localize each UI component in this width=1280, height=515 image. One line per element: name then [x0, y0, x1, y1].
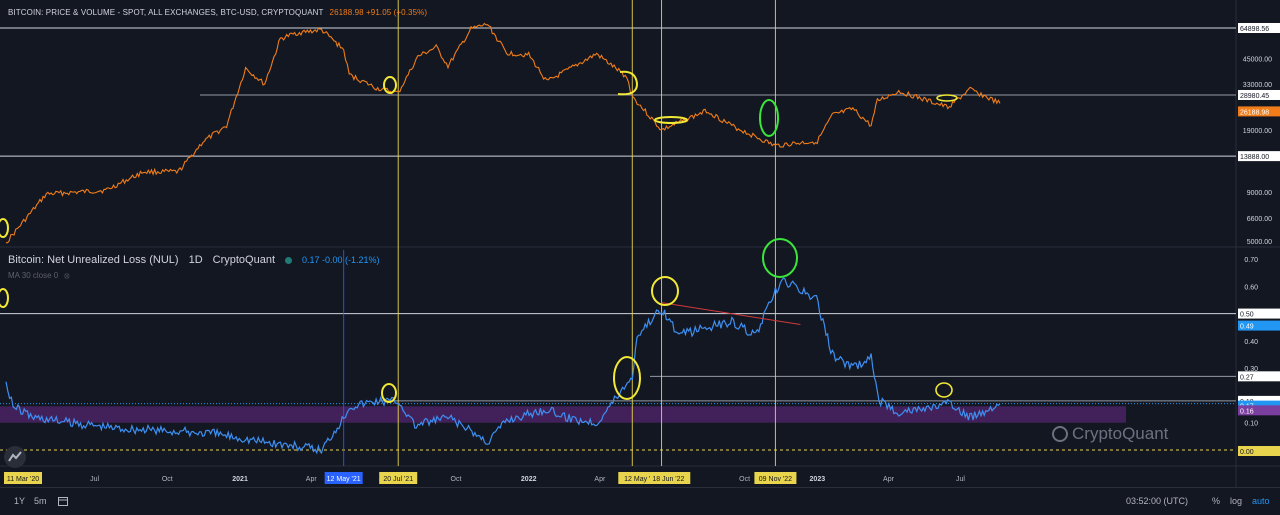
price-level-label: 64898.56 [1240, 26, 1269, 33]
price-level-label: 13888.00 [1240, 154, 1269, 161]
cryptoquant-logo-icon [1052, 426, 1068, 442]
annotation-circle-yellow [935, 382, 953, 398]
price-title-text: BITCOIN: PRICE & VOLUME - SPOT, ALL EXCH… [8, 8, 324, 17]
time-axis-tick-label: Oct [739, 476, 750, 483]
time-axis-date-label: 12 May '21 [327, 476, 361, 483]
annotation-circle-yellow [651, 276, 679, 306]
ma-indicator[interactable]: MA 30 close 0 ⦻ [8, 271, 70, 281]
time-axis-date-label: 09 Nov '22 [759, 476, 792, 483]
ma-label: MA 30 close 0 [8, 271, 59, 280]
price-level-label: 28980.45 [1240, 93, 1269, 100]
annotation-circle-yellow [613, 356, 641, 400]
status-dot-icon [285, 256, 293, 264]
price-axis-tick-label: 19000.00 [1243, 128, 1272, 135]
price-pane-title: BITCOIN: PRICE & VOLUME - SPOT, ALL EXCH… [8, 8, 427, 17]
annotation-circle-yellow [0, 288, 9, 308]
nul-interval: 1D [188, 254, 203, 266]
auto-toggle[interactable]: auto [1252, 496, 1270, 506]
nul-axis-tick-label: 0.60 [1244, 284, 1258, 291]
nul-axis-tick-label: 0.70 [1244, 257, 1258, 264]
time-axis-date-label: 20 Jul '21 [383, 476, 413, 483]
time-axis-date-label: 11 Mar '20 [7, 476, 39, 483]
nul-pane-title: Bitcoin: Net Unrealized Loss (NUL) 1D Cryp… [8, 254, 380, 266]
time-axis-tick-label: 2023 [810, 476, 826, 483]
clock-time[interactable]: 03:52:00 (UTC) [1126, 496, 1188, 506]
nul-band-label: 0.16 [1240, 408, 1254, 415]
tradingview-logo-icon[interactable] [4, 446, 26, 468]
time-axis-date-label: 12 May ' 18 Jun '22 [624, 476, 684, 483]
price-axis-tick-label: 5000.00 [1247, 239, 1272, 246]
annotation-circle-green [762, 238, 798, 278]
price-last-value-label: 26188.98 [1240, 109, 1269, 116]
time-axis-tick-label: Oct [162, 476, 173, 483]
nul-zero-label: 0.00 [1240, 449, 1254, 456]
annotation-circle-yellow [0, 218, 9, 238]
nul-title-text: Bitcoin: Net Unrealized Loss (NUL) [8, 254, 179, 266]
nul-values: 0.17 -0.00 (-1.21%) [302, 255, 380, 265]
annotation-circle-yellow [383, 76, 397, 94]
range-1y-button[interactable]: 1Y [14, 496, 25, 506]
calendar-icon[interactable] [58, 496, 68, 508]
price-axis-tick-label: 9000.00 [1247, 190, 1272, 197]
watermark-text: CryptoQuant [1072, 424, 1169, 443]
time-axis-tick-label: 2021 [232, 476, 248, 483]
price-axis-tick-label: 45000.00 [1243, 56, 1272, 63]
nul-source: CryptoQuant [212, 254, 276, 266]
nul-level-label: 0.27 [1240, 374, 1254, 381]
nul-value-label: 0.49 [1240, 324, 1254, 331]
percent-toggle[interactable]: % [1212, 496, 1220, 506]
time-axis-tick-label: Jul [90, 476, 99, 483]
annotation-circle-yellow [936, 94, 958, 102]
eye-hidden-icon[interactable]: ⦻ [64, 271, 69, 281]
time-axis-tick-label: Oct [451, 476, 462, 483]
interval-5m-button[interactable]: 5m [34, 496, 47, 506]
nul-axis-tick-label: 0.10 [1244, 421, 1258, 428]
bottom-toolbar: 1Y 5m 03:52:00 (UTC) % log auto [0, 487, 1280, 515]
time-axis-tick-label: 2022 [521, 476, 537, 483]
time-axis-tick-label: Apr [883, 476, 895, 483]
time-axis-tick-label: Apr [594, 476, 606, 483]
nul-series-line [5, 277, 1001, 455]
price-series-line [6, 22, 1001, 244]
time-axis-tick-label: Apr [306, 476, 318, 483]
price-value-text: 26188.98 +91.05 (+0.35%) [329, 8, 428, 17]
watermark: CryptoQuant [1052, 424, 1168, 444]
nul-level-label: 0.50 [1240, 312, 1254, 319]
log-toggle[interactable]: log [1230, 496, 1242, 506]
annotation-mark-yellow [617, 70, 639, 96]
price-axis-tick-label: 33000.00 [1243, 82, 1272, 89]
price-axis-tick-label: 6600.00 [1247, 216, 1272, 223]
nul-axis-tick-label: 0.40 [1244, 339, 1258, 346]
time-axis-tick-label: Jul [956, 476, 965, 483]
